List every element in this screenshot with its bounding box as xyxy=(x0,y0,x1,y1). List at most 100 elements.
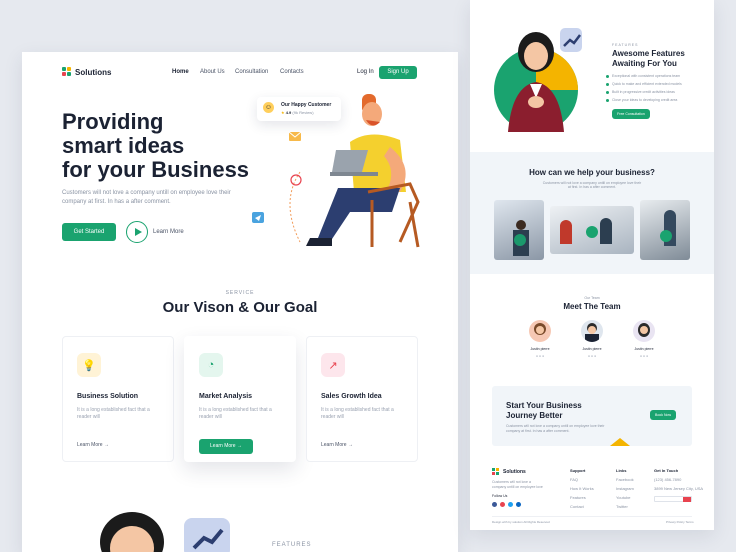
newsletter-email-input[interactable] xyxy=(654,496,692,502)
member-social-icons: ● ● ● xyxy=(639,354,649,358)
features-label: FEATURES xyxy=(612,43,639,47)
member-name: Justin pierre xyxy=(582,347,602,351)
member-social-icons: ● ● ● xyxy=(587,354,597,358)
feature-bullet: Quick to make and efficient extended mod… xyxy=(606,82,682,86)
team-member-card[interactable]: Justin pierre ● ● ● xyxy=(515,320,565,358)
play-icon[interactable] xyxy=(514,234,526,246)
play-button[interactable] xyxy=(126,221,148,243)
brand-name[interactable]: Solutions xyxy=(75,68,111,77)
member-social-icons: ● ● ● xyxy=(535,354,545,358)
cta-text: Customers will not love a company untill… xyxy=(506,424,605,433)
play-icon[interactable] xyxy=(660,230,672,242)
features-illustration-peek xyxy=(100,512,230,552)
member-name: Justin pierre xyxy=(530,347,550,351)
footer-link[interactable]: Youtube xyxy=(616,495,634,500)
chart-circle-icon: ◔ xyxy=(199,353,223,377)
book-now-button[interactable]: Book Now xyxy=(650,410,676,420)
team-member-card[interactable]: Justin pierre ● ● ● xyxy=(567,320,617,358)
lightbulb-icon: 💡 xyxy=(77,353,101,377)
cta-banner: Start Your Business Journey Better Custo… xyxy=(492,386,692,446)
team-title: Meet The Team xyxy=(563,302,621,311)
login-link[interactable]: Log In xyxy=(357,69,374,75)
twitter-icon[interactable] xyxy=(508,502,513,507)
footer-link[interactable]: Features xyxy=(570,495,594,500)
cta-title: Start Your Business Journey Better xyxy=(506,401,582,421)
feature-text: It is a long established fact that a rea… xyxy=(199,407,272,420)
learn-more-link[interactable]: Learn More xyxy=(153,229,184,235)
avatar xyxy=(529,320,551,342)
footer-social-icons xyxy=(492,502,532,508)
footer-link[interactable]: Contact xyxy=(570,504,594,509)
footer-link[interactable]: How It Works xyxy=(570,486,594,491)
nav-home[interactable]: Home xyxy=(172,69,189,75)
meeting-photo[interactable] xyxy=(550,206,634,254)
service-title: Our Vison & Our Goal xyxy=(162,299,318,316)
footer-brand[interactable]: Solutions xyxy=(503,469,526,475)
brand-logo-icon xyxy=(62,67,72,77)
cta-title-line: Start Your Business xyxy=(506,401,582,410)
decorative-triangle xyxy=(610,438,630,446)
help-text: Customers will not love a company untill… xyxy=(470,181,714,189)
footer-col-links: Links Facebook Instagram Youtube Twitter xyxy=(616,468,634,513)
footer-col-heading: Support xyxy=(570,468,586,473)
play-icon xyxy=(135,228,142,236)
cta-title-line: Journey Better xyxy=(506,411,563,420)
facebook-icon[interactable] xyxy=(492,502,497,507)
play-icon[interactable] xyxy=(586,226,598,238)
hero-title-line: smart ideas xyxy=(62,133,185,158)
office-photo[interactable] xyxy=(494,200,544,260)
presentation-photo[interactable] xyxy=(640,200,690,260)
footer-divider xyxy=(492,516,692,517)
avatar xyxy=(581,320,603,342)
team-member-card[interactable]: Justin pierre ● ● ● xyxy=(619,320,669,358)
hero-description: Customers will not love a company untill… xyxy=(62,190,231,205)
feature-learn-more-link[interactable]: Learn More → xyxy=(77,442,109,448)
footer-col-heading: Get In Touch xyxy=(654,468,679,473)
footer-phone: (123) 456-7890 xyxy=(654,477,682,482)
footer-terms[interactable]: Privacy Policy Terms xyxy=(666,520,694,524)
growth-icon: ↗ xyxy=(321,353,345,377)
features-illustration xyxy=(494,28,582,132)
linkedin-icon[interactable] xyxy=(516,502,521,507)
footer-copyright: Design with by solution All Rights Reser… xyxy=(492,520,550,524)
feature-card-business-solution[interactable]: 💡 Business Solution It is a long establi… xyxy=(62,336,174,462)
feature-card-sales-growth[interactable]: ↗ Sales Growth Idea It is a long establi… xyxy=(306,336,418,462)
help-title: How can we help your business? xyxy=(529,168,655,177)
nav-consultation[interactable]: Consultation xyxy=(235,69,268,75)
footer-about: Customers will not love a company untill… xyxy=(492,480,543,489)
signup-button[interactable]: Sign Up xyxy=(379,66,417,79)
brand-logo-icon xyxy=(492,468,500,476)
feature-card-market-analysis[interactable]: ◔ Market Analysis It is a long establish… xyxy=(184,336,296,462)
feature-title: Sales Growth Idea xyxy=(321,393,382,400)
footer-col-contact: Get In Touch (123) 456-7890 3899 New Jer… xyxy=(654,468,710,495)
free-consultation-button[interactable]: Free Consultation xyxy=(612,109,650,119)
get-started-button[interactable]: Get Started xyxy=(62,223,116,241)
landing-page-preview-full: FEATURES Awesome Features Awaiting For Y… xyxy=(470,0,714,530)
footer-follow-label: Follow Us xyxy=(492,494,508,498)
footer-link[interactable]: Twitter xyxy=(616,504,634,509)
features-title-line: Awaiting For You xyxy=(612,59,677,68)
team-label: Our Team xyxy=(584,296,600,300)
footer-link[interactable]: Facebook xyxy=(616,477,634,482)
hero-illustration xyxy=(252,94,420,248)
feature-learn-more-button[interactable]: Learn More → xyxy=(199,439,253,454)
nav-contacts[interactable]: Contacts xyxy=(280,69,304,75)
nav-about[interactable]: About Us xyxy=(200,69,225,75)
features-label: FEATURES xyxy=(272,542,312,548)
footer-col-support: Support FAQ How It Works Features Contac… xyxy=(570,468,594,513)
hero-title-line: for your Business xyxy=(62,157,250,182)
instagram-icon[interactable] xyxy=(500,502,505,507)
feature-title: Business Solution xyxy=(77,393,139,400)
feature-bullet: Exceptional with consistent operations t… xyxy=(605,74,681,78)
footer-link[interactable]: FAQ xyxy=(570,477,594,482)
feature-bullet: Built in progressive credit activities i… xyxy=(606,90,675,94)
features-title: Awesome Features Awaiting For You xyxy=(612,49,685,69)
send-icon[interactable] xyxy=(683,497,691,502)
service-label: SERVICE xyxy=(225,290,255,296)
hero-title-line: Providing xyxy=(62,109,164,134)
footer-address: 3899 New Jersey City, USA xyxy=(654,486,704,491)
help-text-line: at first. In has a after comment. xyxy=(567,185,617,189)
footer-link[interactable]: Instagram xyxy=(616,486,634,491)
feature-learn-more-link[interactable]: Learn More → xyxy=(321,442,353,448)
features-title-line: Awesome Features xyxy=(612,49,685,58)
